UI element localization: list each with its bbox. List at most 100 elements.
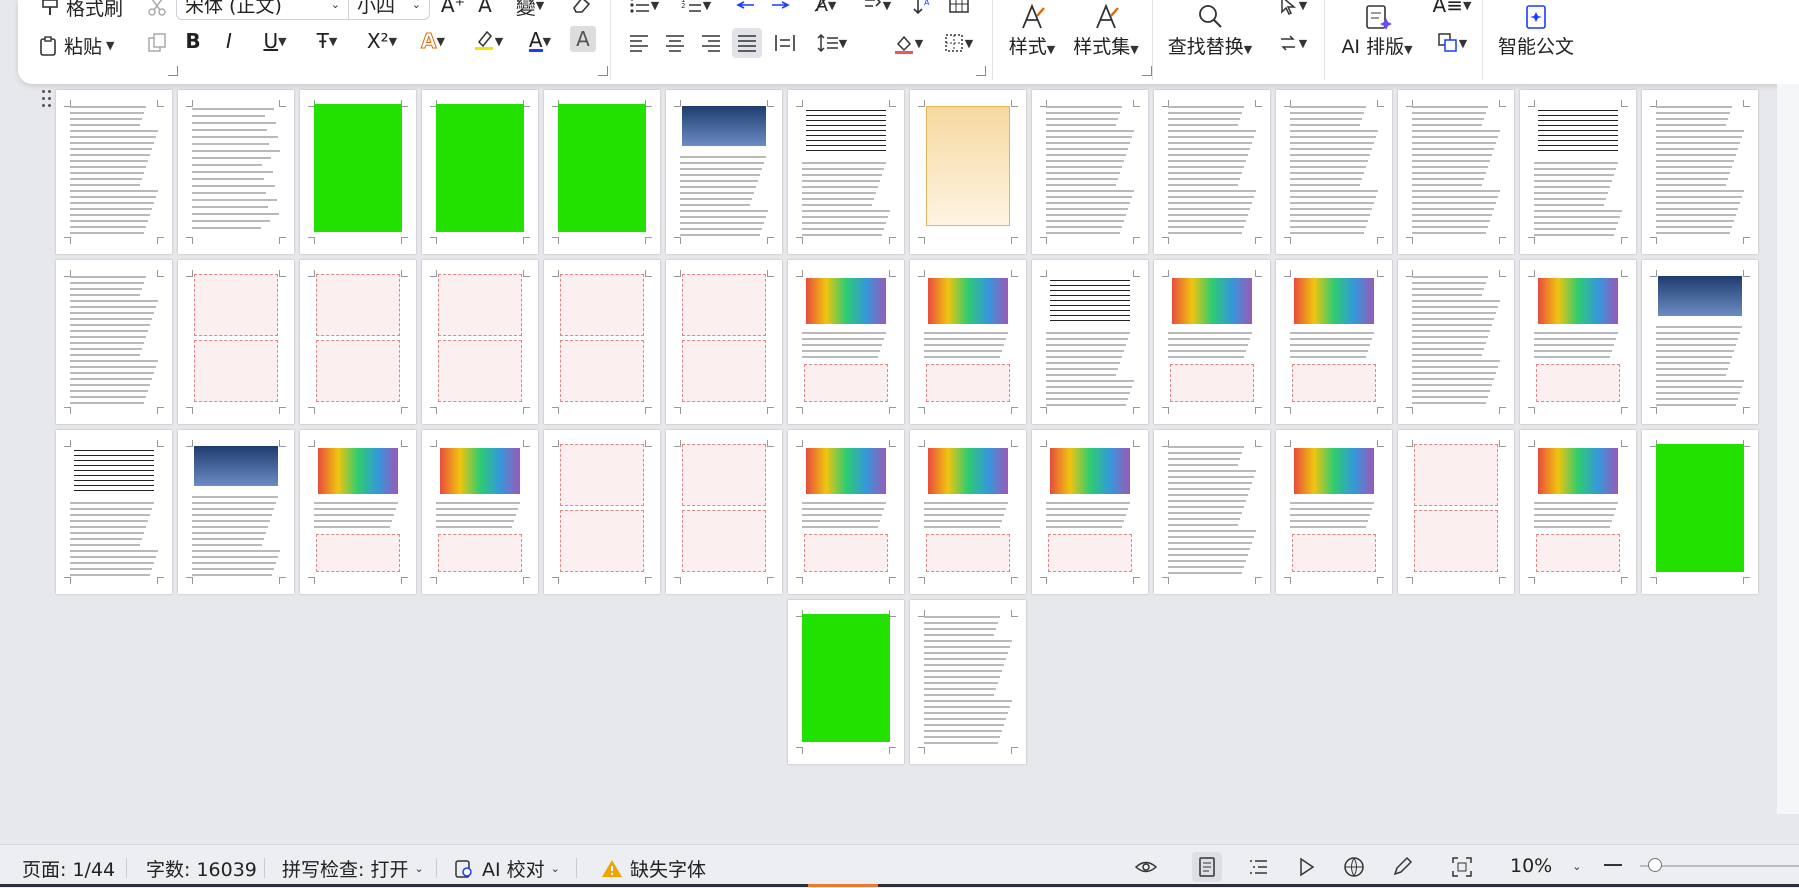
word-count[interactable]: 字数: 16039 [146,855,257,882]
sort-az-icon[interactable]: A [908,0,938,20]
phonetic-guide-button[interactable]: 變 ▼ [510,0,550,20]
text-direction-button[interactable]: A̸ ▼ [806,0,846,20]
page-thumbnail[interactable] [666,260,782,424]
underline-button[interactable]: U ▼ [254,26,296,56]
drag-handle-icon[interactable] [42,90,54,110]
align-center-icon[interactable] [660,28,690,58]
find-replace-button[interactable]: 查找替换▼ [1162,0,1258,59]
page-thumbnail[interactable] [422,430,538,594]
page-thumbnail[interactable] [1276,260,1392,424]
align-right-icon[interactable] [696,28,726,58]
page-thumbnail[interactable] [1154,90,1270,254]
italic-button[interactable]: I [214,26,244,56]
text-effect-button[interactable]: A ▼ [412,26,454,56]
page-thumbnail[interactable] [1520,260,1636,424]
copy-icon[interactable] [142,28,172,58]
page-thumbnail[interactable] [178,260,294,424]
page-thumbnail[interactable] [1032,430,1148,594]
bullet-list-button[interactable]: ▼ [624,0,664,20]
line-spacing-button[interactable]: ▼ [810,28,854,58]
paste-button[interactable]: 粘贴 ▼ [38,32,114,59]
page-thumbnail[interactable] [178,430,294,594]
page-thumbnail[interactable] [666,430,782,594]
page-thumbnail[interactable] [544,90,660,254]
ai-proofread-button[interactable]: AI 校对 ⌄ [452,855,560,882]
page-thumbnail[interactable] [910,260,1026,424]
page-thumbnail[interactable] [1642,90,1758,254]
format-painter-button[interactable]: 格式刷 [40,0,123,21]
page-thumbnail[interactable] [1154,260,1270,424]
page-thumbnail[interactable] [300,430,416,594]
page-thumbnail[interactable] [300,260,416,424]
distribute-icon[interactable] [770,28,800,58]
font-color-button[interactable]: A ▼ [518,26,562,56]
font-increase-button[interactable]: A⁺ [438,0,468,20]
page-thumbnail[interactable] [788,600,904,764]
cut-icon[interactable] [142,0,172,22]
clipboard-launcher-icon[interactable] [168,66,178,76]
page-thumbnail[interactable] [1398,90,1514,254]
styles-launcher-icon[interactable] [1142,66,1152,76]
fit-window-button[interactable] [1450,855,1474,879]
font-name-select[interactable]: 宋体 (正文) ⌄ [176,0,348,20]
page-view-button[interactable] [1192,852,1222,882]
page-thumbnail[interactable] [1154,430,1270,594]
page-thumbnail[interactable] [178,90,294,254]
decrease-indent-icon[interactable] [730,0,760,20]
superscript-button[interactable]: X² ▼ [358,26,406,56]
page-thumbnail[interactable] [1642,260,1758,424]
page-thumbnail[interactable] [422,260,538,424]
arrange-button[interactable]: ▼ [1428,28,1476,58]
page-thumbnail[interactable] [1398,430,1514,594]
zoom-slider-thumb[interactable] [1648,858,1662,872]
missing-font-button[interactable]: 缺失字体 [600,855,706,882]
page-thumbnail[interactable] [788,260,904,424]
smart-doc-button[interactable]: 智能公文 [1488,0,1584,59]
align-left-icon[interactable] [624,28,654,58]
page-thumbnail[interactable] [422,90,538,254]
page-thumbnail[interactable] [1520,90,1636,254]
font-size-select[interactable]: 小四 ⌄ [348,0,430,20]
page-thumbnail[interactable] [910,430,1026,594]
style-sets-button[interactable]: 样式集▼ [1068,0,1144,59]
page-thumbnail[interactable] [56,430,172,594]
page-thumbnail[interactable] [1276,430,1392,594]
clear-format-icon[interactable] [566,0,596,20]
numbered-list-button[interactable]: 1 2 ▼ [676,0,716,20]
page-thumbnail[interactable] [544,430,660,594]
annotate-button[interactable] [1390,855,1414,879]
page-thumbnail[interactable] [788,430,904,594]
page-thumbnail[interactable] [1520,430,1636,594]
table-icon[interactable] [944,0,974,20]
ai-layout-button[interactable]: AI 排版▼ [1334,0,1420,59]
document-page-grid[interactable] [0,84,1799,844]
page-thumbnail[interactable] [300,90,416,254]
page-thumbnail[interactable] [544,260,660,424]
page-thumbnail[interactable] [1276,90,1392,254]
shading-button[interactable]: ▼ [886,28,930,58]
borders-button[interactable]: ▼ [936,28,980,58]
outline-view-button[interactable] [1246,855,1270,879]
styles-button[interactable]: 样式▼ [1002,0,1062,59]
reading-mode-button[interactable] [1134,855,1158,879]
justify-icon[interactable] [732,28,762,58]
highlight-color-button[interactable]: ▼ [466,26,510,56]
bold-button[interactable]: B [178,26,208,56]
zoom-out-icon[interactable] [1604,864,1622,866]
font-decrease-button[interactable]: A [470,0,500,20]
page-thumbnail[interactable] [910,90,1026,254]
strikethrough-button[interactable]: Ŧ ▼ [306,26,348,56]
zoom-select[interactable]: 10% ⌄ [1510,855,1581,877]
page-thumbnail[interactable] [1642,430,1758,594]
page-thumbnail[interactable] [910,600,1026,764]
page-thumbnail[interactable] [666,90,782,254]
font-launcher-icon[interactable] [598,66,608,76]
page-thumbnail[interactable] [788,90,904,254]
page-thumbnail[interactable] [1032,90,1148,254]
paragraph-launcher-icon[interactable] [976,66,986,76]
convert-button[interactable]: ▼ [1270,28,1314,58]
spell-check-toggle[interactable]: 拼写检查: 打开 ⌄ [282,855,424,882]
page-thumbnail[interactable] [56,260,172,424]
zoom-slider-track[interactable] [1640,865,1799,867]
play-button[interactable] [1294,855,1318,879]
